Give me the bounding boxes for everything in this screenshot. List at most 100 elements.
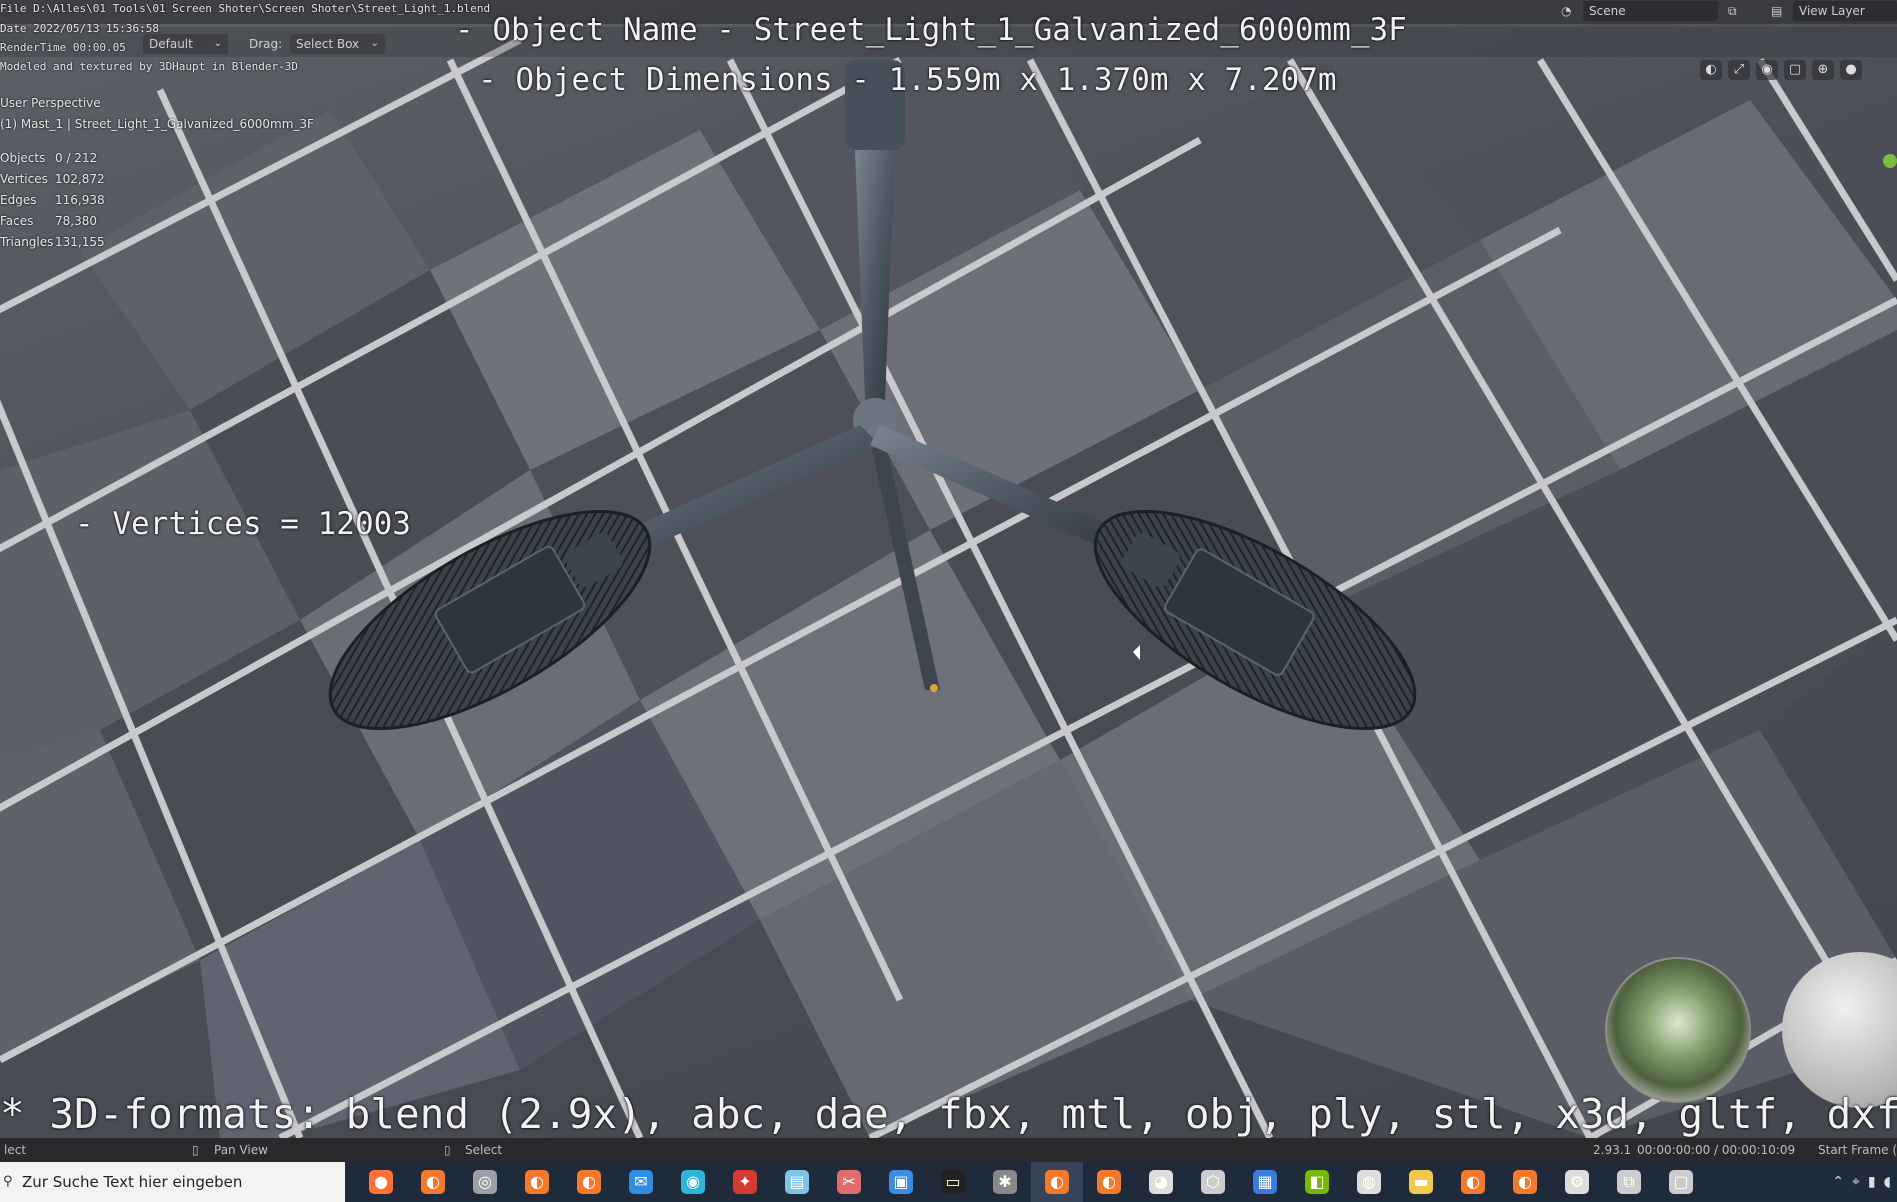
power-tray-icon[interactable]: ▮	[1868, 1174, 1876, 1190]
visibility-icon[interactable]: ◐	[1700, 60, 1722, 80]
new-scene-icon[interactable]: ⧉	[1722, 1, 1742, 21]
search-icon: ⚲	[3, 1174, 13, 1189]
view-layer-selector[interactable]: View Layer	[1793, 1, 1897, 21]
taskbar-app[interactable]: ⚙	[1551, 1162, 1603, 1202]
obs-icon: ◍	[1357, 1170, 1381, 1194]
taskbar-app[interactable]: ◕	[1135, 1162, 1187, 1202]
taskbar-app[interactable]: ◐	[1083, 1162, 1135, 1202]
taskbar-app[interactable]: ◐	[563, 1162, 615, 1202]
3d-viewport[interactable]: File D:\Alles\01 Tools\01 Screen Shoter\…	[0, 0, 1897, 1202]
panda-icon: ◕	[1149, 1170, 1173, 1194]
status-start-frame: Start Frame (2	[1818, 1143, 1897, 1157]
orientation-dropdown[interactable]: Default ⌄	[143, 34, 228, 54]
object-context: (1) Mast_1 | Street_Light_1_Galvanized_6…	[0, 117, 314, 131]
taskbar-app[interactable]: ▬	[1395, 1162, 1447, 1202]
scene-name: Scene	[1589, 4, 1626, 18]
drag-mode-value: Select Box	[296, 37, 360, 51]
taskbar-app[interactable]: ✉	[615, 1162, 667, 1202]
taskbar-app[interactable]: ⧉	[1603, 1162, 1655, 1202]
scene-statistics: Objects 0 / 212 Vertices 102,872 Edges 116,…	[0, 148, 105, 253]
paint-icon: ✦	[733, 1170, 757, 1194]
notepad-icon: ▤	[785, 1170, 809, 1194]
overlay-vertices: - Vertices = 12003	[75, 506, 411, 542]
overlay-formats: * 3D-formats: blend (2.9x), abc, dae, fb…	[0, 1090, 1897, 1138]
search-placeholder: Zur Suche Text hier eingeben	[22, 1173, 243, 1191]
stat-label: Triangles	[0, 235, 54, 249]
taskbar-app[interactable]: ▢	[1655, 1162, 1707, 1202]
blender-icon: ◐	[1513, 1170, 1537, 1194]
blender-icon: ◐	[1461, 1170, 1485, 1194]
store-icon: ▣	[889, 1170, 913, 1194]
view-name: User Perspective	[0, 96, 101, 110]
xray-icon[interactable]: ▢	[1784, 60, 1806, 80]
network-tray-icon[interactable]: ⌖	[1852, 1174, 1860, 1190]
box-icon: ⬡	[1201, 1170, 1225, 1194]
hdri-preview-sphere	[1605, 957, 1751, 1103]
overlay-object-name: - Object Name - Street_Light_1_Galvanize…	[455, 12, 1407, 48]
network-icon: ⧉	[1617, 1170, 1641, 1194]
floor-grid	[0, 20, 1897, 1138]
overlay-icon[interactable]: ◉	[1756, 60, 1778, 80]
folder-icon: ▬	[1409, 1170, 1433, 1194]
taskbar-app[interactable]: ◎	[459, 1162, 511, 1202]
mouse-icon: ▯	[192, 1143, 199, 1157]
taskbar-app[interactable]: ◍	[1343, 1162, 1395, 1202]
firefox-icon: ●	[369, 1170, 393, 1194]
taskbar-app[interactable]: ◐	[1031, 1162, 1083, 1202]
render-time-line: RenderTime 00:00.05	[0, 41, 126, 54]
scene-render	[0, 20, 1897, 1142]
modeled-by-line: Modeled and textured by 3DHaupt in Blend…	[0, 60, 299, 73]
orientation-value: Default	[149, 37, 193, 51]
shading-wireframe-icon[interactable]: ⊕	[1812, 60, 1834, 80]
tool-icon: ✱	[993, 1170, 1017, 1194]
gizmo-icon[interactable]: ⤢	[1728, 60, 1750, 80]
mail-icon: ✉	[629, 1170, 653, 1194]
scene-selector[interactable]: Scene	[1583, 1, 1718, 21]
stat-label: Objects	[0, 151, 46, 165]
mouse-icon: ▯	[444, 1143, 451, 1157]
taskbar-app[interactable]: ◐	[1447, 1162, 1499, 1202]
taskbar-app[interactable]: ◉	[667, 1162, 719, 1202]
taskbar-app[interactable]: ✦	[719, 1162, 771, 1202]
taskbar-app[interactable]: ▭	[927, 1162, 979, 1202]
file-path-line: File D:\Alles\01 Tools\01 Screen Shoter\…	[0, 2, 491, 15]
volume-icon[interactable]: ◖	[1884, 1174, 1891, 1190]
taskbar-app[interactable]: ▦	[1239, 1162, 1291, 1202]
snipping-icon: ✂	[837, 1170, 861, 1194]
taskbar-app[interactable]: ◐	[1499, 1162, 1551, 1202]
stat-row: Objects 0 / 212	[0, 148, 105, 169]
settings-icon: ⚙	[1565, 1170, 1589, 1194]
stat-label: Edges	[0, 193, 37, 207]
gizmo-y-axis[interactable]	[1883, 154, 1897, 168]
stat-row: Triangles 131,155	[0, 232, 105, 253]
stat-value: 0 / 212	[55, 151, 98, 165]
taskbar-app[interactable]: ⬡	[1187, 1162, 1239, 1202]
nvidia-icon: ◧	[1305, 1170, 1329, 1194]
taskbar-app[interactable]: ▣	[875, 1162, 927, 1202]
taskbar-app[interactable]: ●	[355, 1162, 407, 1202]
taskbar-app[interactable]: ◧	[1291, 1162, 1343, 1202]
calendar-icon: ▦	[1253, 1170, 1277, 1194]
taskbar-app[interactable]: ▤	[771, 1162, 823, 1202]
shading-solid-icon[interactable]: ●	[1840, 60, 1862, 80]
stat-label: Vertices	[0, 172, 48, 186]
chevron-up-icon[interactable]: ⌃	[1832, 1174, 1844, 1190]
drag-mode-dropdown[interactable]: Select Box ⌄	[290, 34, 385, 54]
viewport-shading-controls: ◐ ⤢ ◉ ▢ ⊕ ●	[1700, 60, 1862, 80]
blender-icon: ◐	[1097, 1170, 1121, 1194]
chevron-down-icon: ⌄	[213, 38, 222, 49]
taskbar-app[interactable]: ◐	[407, 1162, 459, 1202]
scene-icon[interactable]: ◔	[1555, 1, 1579, 21]
taskbar-search-box[interactable]: ⚲ Zur Suche Text hier eingeben	[0, 1162, 345, 1202]
status-select-left: lect	[4, 1143, 27, 1157]
taskbar-apps: ● ◐ ◎ ◐ ◐ ✉ ◉ ✦ ▤ ✂ ▣ ▭ ✱ ◐ ◐ ◕ ⬡ ▦ ◧ ◍ ▬ ◐ ◐ ⚙ ⧉ ▢	[355, 1162, 1707, 1202]
terminal-icon: ▭	[941, 1170, 965, 1194]
stat-row: Edges 116,938	[0, 190, 105, 211]
stat-value: 116,938	[55, 193, 105, 207]
taskbar-app[interactable]: ✱	[979, 1162, 1031, 1202]
view-layer-icon[interactable]: ▤	[1765, 1, 1789, 21]
taskbar-app[interactable]: ✂	[823, 1162, 875, 1202]
stat-row: Faces 78,380	[0, 211, 105, 232]
taskbar-app[interactable]: ◐	[511, 1162, 563, 1202]
status-select: Select	[465, 1143, 503, 1157]
